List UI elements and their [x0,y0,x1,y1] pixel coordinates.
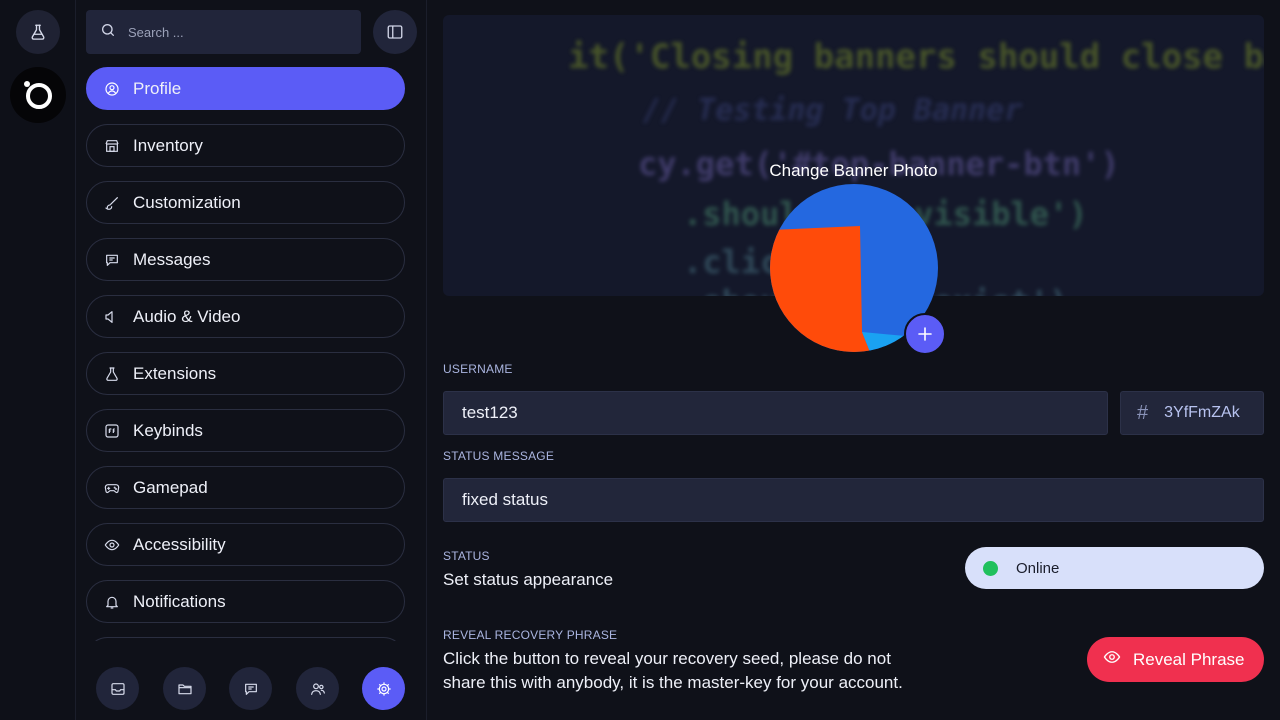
user-tag-value: 3YfFmZAk [1164,404,1240,421]
search-box [86,10,361,54]
status-select-value: Online [1016,559,1060,577]
user-circle-icon [103,80,121,98]
sidebar-toggle-icon[interactable] [373,10,417,54]
store-icon [103,137,121,155]
sidebar-item-label: Notifications [133,591,226,611]
folder-icon[interactable] [163,667,206,710]
sidebar-item-label: Keybinds [133,420,203,440]
recovery-label: REVEAL RECOVERY PHRASE [443,628,618,642]
sidebar-item-label: Inventory [133,135,203,155]
sidebar-item-extensions[interactable]: Extensions [86,352,405,395]
change-banner-label: Change Banner Photo [769,161,938,180]
sidebar-item-label: Gamepad [133,477,208,497]
inbox-icon[interactable] [96,667,139,710]
code-line: // Testing Top Banner [643,93,1023,128]
sidebar-item-audio-video[interactable]: Audio & Video [86,295,405,338]
friends-icon[interactable] [296,667,339,710]
hash-icon: # [1137,401,1149,424]
user-tag-field[interactable]: # 3YfFmZAk [1120,391,1264,435]
speaker-icon [103,308,121,326]
sidebar-item-label: Profile [133,78,182,98]
username-input[interactable] [462,403,1107,423]
settings-sidebar: Profile Inventory Customization Messages… [76,0,427,720]
reveal-phrase-label: Reveal Phrase [1133,649,1245,669]
bottom-toolbar [76,664,427,712]
sidebar-item-label: Audio & Video [133,306,241,326]
brush-icon [103,194,121,212]
username-label: USERNAME [443,362,513,376]
sidebar-item-accessibility[interactable]: Accessibility [86,523,405,566]
profile-settings: it('Closing banners should close banne /… [443,0,1264,720]
status-label: STATUS [443,549,490,563]
eye-icon [1103,648,1121,671]
add-avatar-button[interactable] [904,313,946,355]
sidebar-item-customization[interactable]: Customization [86,181,405,224]
keyboard-key-icon [103,422,121,440]
username-field [443,391,1108,435]
sidebar-item-label: Customization [133,192,241,212]
user-avatar[interactable] [10,67,66,123]
gamepad-icon [103,479,121,497]
status-select[interactable]: Online [965,547,1264,589]
bell-icon [103,593,121,611]
status-message-input[interactable] [462,490,1263,510]
search-icon [100,22,116,43]
sidebar-item-gamepad[interactable]: Gamepad [86,466,405,509]
flask-icon [103,365,121,383]
sidebar-item-label: Messages [133,249,211,269]
plus-icon [918,327,932,341]
sidebar-item-label: Accessibility [133,534,226,554]
settings-icon[interactable] [362,667,405,710]
sidebar-item-keybinds[interactable]: Keybinds [86,409,405,452]
message-icon [103,251,121,269]
settings-nav: Profile Inventory Customization Messages… [86,67,405,641]
code-line: it('Closing banners should close banne [568,37,1264,77]
sidebar-item-label: Extensions [133,363,217,383]
online-status-dot [983,560,998,576]
sidebar-item-inventory[interactable]: Inventory [86,124,405,167]
app-rail [0,0,76,720]
sidebar-item-profile[interactable]: Profile [86,67,405,110]
sidebar-item-notifications[interactable]: Notifications [86,580,405,623]
recovery-description-line1: Click the button to reveal your recovery… [443,649,891,668]
eye-icon [103,536,121,554]
sidebar-item-more[interactable] [86,637,405,641]
status-message-field [443,478,1264,522]
search-input[interactable] [128,24,348,40]
status-description: Set status appearance [443,570,614,589]
chat-icon[interactable] [229,667,272,710]
sidebar-item-messages[interactable]: Messages [86,238,405,281]
reveal-phrase-button[interactable]: Reveal Phrase [1087,637,1264,682]
flask-icon[interactable] [16,10,60,54]
recovery-description-line2: share this with anybody, it is the maste… [443,673,903,692]
status-message-label: STATUS MESSAGE [443,449,555,463]
